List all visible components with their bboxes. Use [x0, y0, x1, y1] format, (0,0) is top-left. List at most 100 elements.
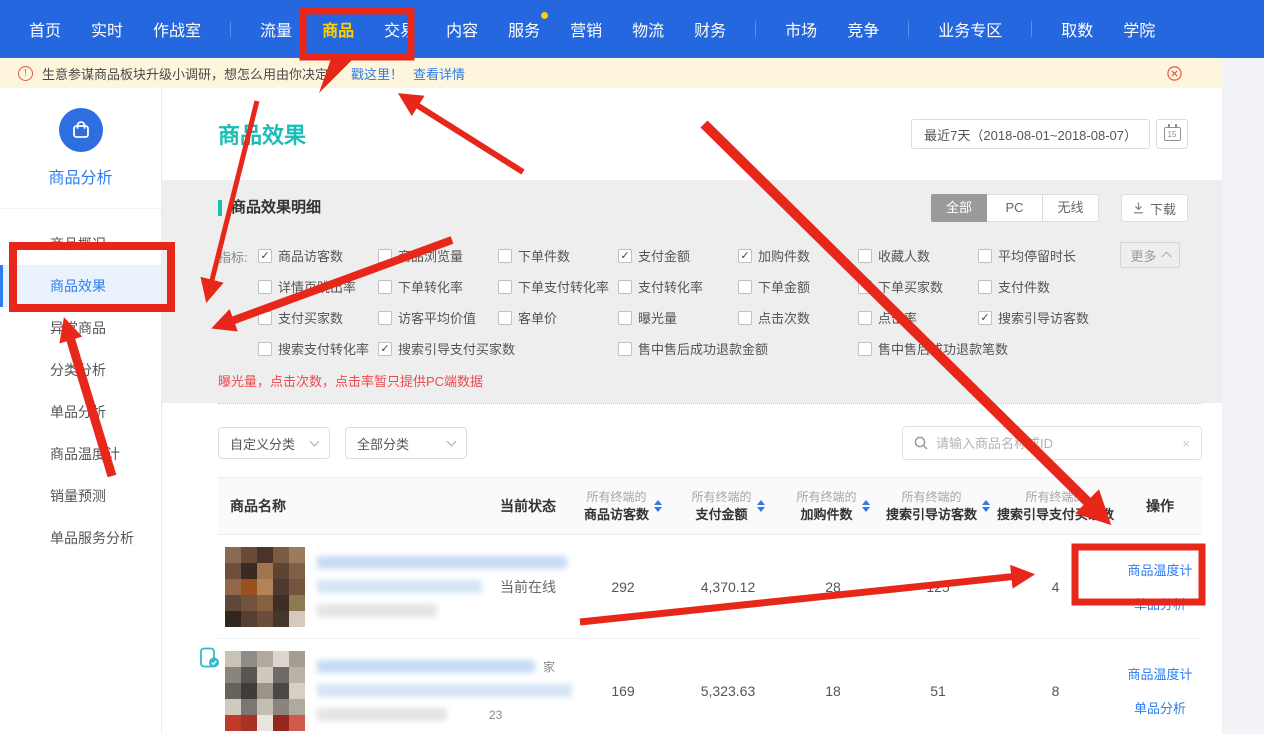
sidebar-item-category-analysis[interactable]: 分类分析 [0, 349, 161, 391]
checkbox[interactable] [858, 342, 872, 356]
checkbox[interactable]: ✓ [978, 311, 992, 325]
sort-control[interactable] [654, 500, 662, 512]
checkbox[interactable] [738, 280, 752, 294]
checkbox[interactable] [738, 311, 752, 325]
checkbox[interactable] [978, 249, 992, 263]
checkbox[interactable]: ✓ [738, 249, 752, 263]
sidebar-item-abnormal-products[interactable]: 异常商品 [0, 307, 161, 349]
search-input[interactable] [936, 436, 1174, 451]
thermometer-link[interactable]: 商品温度计 [1127, 560, 1192, 579]
custom-category-dropdown[interactable]: 自定义分类 [218, 427, 330, 459]
checkbox[interactable] [618, 311, 632, 325]
product-cell[interactable]: 家 23 [218, 651, 483, 731]
date-range-selector[interactable]: 最近7天（2018-08-01~2018-08-07） [911, 119, 1150, 149]
metric-ctr[interactable]: 点击率 [858, 308, 978, 327]
nav-item-finance[interactable]: 财务 [694, 17, 726, 41]
checkbox[interactable] [498, 280, 512, 294]
table-row[interactable]: 当前在线 292 4,370.12 28 125 4 商品温度计 单品分析 [218, 535, 1202, 639]
nav-item-academy[interactable]: 学院 [1123, 17, 1155, 41]
sort-control[interactable] [862, 500, 870, 512]
sidebar-item-single-product-analysis[interactable]: 单品分析 [0, 391, 161, 433]
nav-item-realtime[interactable]: 实时 [91, 17, 123, 41]
nav-item-traffic[interactable]: 流量 [260, 17, 292, 41]
metric-clicks[interactable]: 点击次数 [738, 308, 858, 327]
calendar-button[interactable]: 15 [1156, 119, 1188, 149]
checkbox[interactable] [258, 342, 272, 356]
checkbox[interactable] [498, 249, 512, 263]
sort-control[interactable] [757, 500, 765, 512]
thermometer-link[interactable]: 商品温度计 [1127, 664, 1192, 683]
clear-search-icon[interactable]: × [1182, 436, 1190, 451]
nav-item-service[interactable]: 服务 [508, 17, 540, 41]
nav-item-marketing[interactable]: 营销 [570, 17, 602, 41]
sidebar-item-product-thermometer[interactable]: 商品温度计 [0, 433, 161, 475]
notice-detail-link[interactable]: 查看详情 [413, 64, 465, 83]
nav-item-logistics[interactable]: 物流 [632, 17, 664, 41]
tab-all-terminals[interactable]: 全部 [931, 194, 987, 222]
metric-order-buyers[interactable]: 下单买家数 [858, 277, 978, 296]
metric-product-views[interactable]: 商品浏览量 [378, 246, 498, 265]
nav-item-business-zone[interactable]: 业务专区 [938, 17, 1002, 41]
metric-refund-amount[interactable]: 售中售后成功退款金额 [618, 339, 858, 358]
checkbox[interactable] [618, 280, 632, 294]
checkbox[interactable] [978, 280, 992, 294]
checkbox[interactable]: ✓ [378, 342, 392, 356]
nav-item-home[interactable]: 首页 [29, 17, 61, 41]
single-analysis-link[interactable]: 单品分析 [1134, 594, 1186, 613]
all-category-dropdown[interactable]: 全部分类 [345, 427, 467, 459]
metric-order-pay-conversion[interactable]: 下单支付转化率 [498, 277, 618, 296]
metric-pay-conversion[interactable]: 支付转化率 [618, 277, 738, 296]
nav-item-warroom[interactable]: 作战室 [153, 17, 201, 41]
checkbox[interactable] [258, 280, 272, 294]
sidebar-item-product-effect[interactable]: 商品效果 [0, 265, 161, 307]
checkbox[interactable] [378, 280, 392, 294]
checkbox[interactable] [498, 311, 512, 325]
metric-avg-order-value[interactable]: 客单价 [498, 308, 618, 327]
tab-pc[interactable]: PC [987, 194, 1043, 222]
metric-search-pay-conversion[interactable]: 搜索支付转化率 [258, 339, 378, 358]
nav-item-content[interactable]: 内容 [446, 17, 478, 41]
checkbox[interactable] [618, 342, 632, 356]
metric-pay-buyers[interactable]: 支付买家数 [258, 308, 378, 327]
metric-order-items[interactable]: 下单件数 [498, 246, 618, 265]
metric-product-visitors[interactable]: ✓商品访客数 [258, 246, 378, 265]
checkbox[interactable] [858, 311, 872, 325]
nav-item-product[interactable]: 商品 [322, 17, 354, 41]
metric-order-amount[interactable]: 下单金额 [738, 277, 858, 296]
nav-item-data-fetch[interactable]: 取数 [1061, 17, 1093, 41]
metric-pay-items[interactable]: 支付件数 [978, 277, 1098, 296]
sidebar-item-sales-forecast[interactable]: 销量预测 [0, 475, 161, 517]
nav-item-trade[interactable]: 交易 [384, 17, 416, 41]
metric-favorites[interactable]: 收藏人数 [858, 246, 978, 265]
metric-pay-amount[interactable]: ✓支付金额 [618, 246, 738, 265]
product-cell[interactable] [218, 547, 483, 627]
tab-wireless[interactable]: 无线 [1043, 194, 1099, 222]
checkbox[interactable]: ✓ [258, 249, 272, 263]
metric-visitor-avg-value[interactable]: 访客平均价值 [378, 308, 498, 327]
single-analysis-link[interactable]: 单品分析 [1134, 698, 1186, 717]
close-icon[interactable] [1167, 66, 1182, 81]
sidebar-item-product-overview[interactable]: 商品概况 [0, 223, 161, 265]
checkbox[interactable] [858, 280, 872, 294]
checkbox[interactable]: ✓ [618, 249, 632, 263]
nav-item-competition[interactable]: 竞争 [847, 17, 879, 41]
table-row[interactable]: 家 23 169 5,323.63 18 51 8 商品温度计 单品分析 [218, 639, 1202, 734]
sidebar-item-single-product-service[interactable]: 单品服务分析 [0, 517, 161, 559]
checkbox[interactable] [378, 249, 392, 263]
more-button[interactable]: 更多 [1120, 242, 1180, 268]
metric-order-conversion[interactable]: 下单转化率 [378, 277, 498, 296]
metric-impressions[interactable]: 曝光量 [618, 308, 738, 327]
sort-control[interactable] [982, 500, 990, 512]
metric-bounce-rate[interactable]: 详情页跳出率 [258, 277, 378, 296]
metric-cart-items[interactable]: ✓加购件数 [738, 246, 858, 265]
checkbox[interactable] [258, 311, 272, 325]
download-button[interactable]: 下载 [1121, 194, 1188, 222]
metric-search-guided-pay-buyers[interactable]: ✓搜索引导支付买家数 [378, 339, 618, 358]
checkbox[interactable] [378, 311, 392, 325]
metric-search-guided-visitors[interactable]: ✓搜索引导访客数 [978, 308, 1098, 327]
nav-item-market[interactable]: 市场 [785, 17, 817, 41]
metric-avg-stay-time[interactable]: 平均停留时长 [978, 246, 1098, 265]
notice-inline-link[interactable]: 戳这里！ [351, 64, 403, 83]
metric-refund-count[interactable]: 售中售后成功退款笔数 [858, 339, 1098, 358]
checkbox[interactable] [858, 249, 872, 263]
